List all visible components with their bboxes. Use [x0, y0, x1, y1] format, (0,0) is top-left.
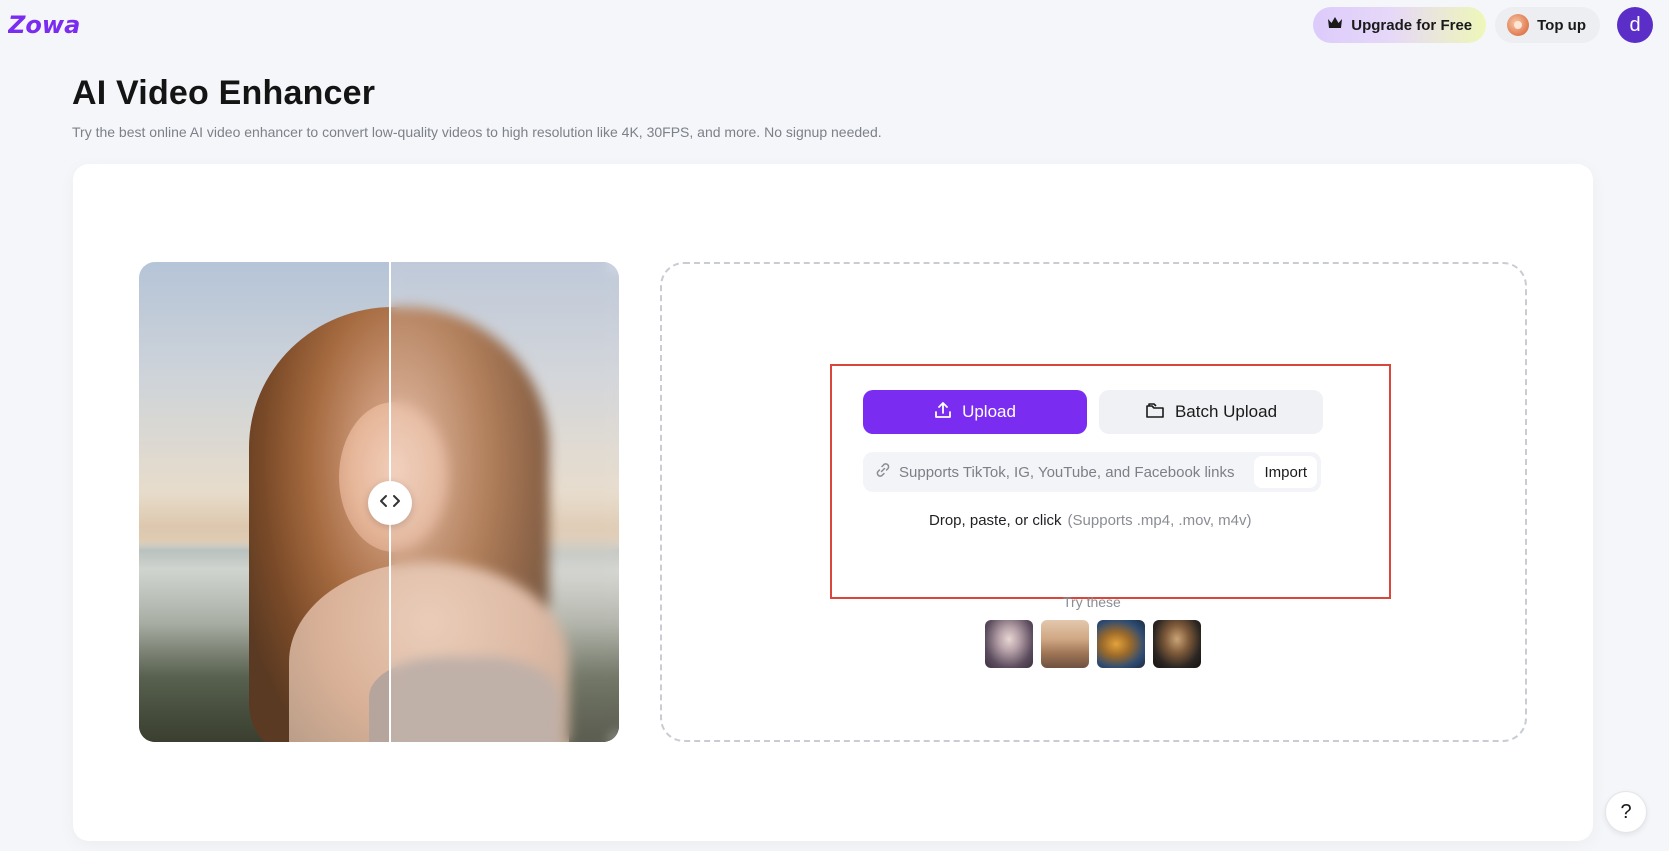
header-actions: Upgrade for Free Top up d	[1313, 7, 1653, 43]
link-url-input[interactable]	[899, 463, 1255, 481]
upgrade-label: Upgrade for Free	[1351, 16, 1473, 34]
drop-hint: Drop, paste, or click (Supports .mp4, .mo…	[929, 512, 1252, 529]
link-icon	[875, 462, 891, 483]
sample-video-thumbnail[interactable]	[1153, 620, 1201, 668]
sample-video-thumbnail[interactable]	[1041, 620, 1089, 668]
import-button[interactable]: Import	[1254, 456, 1317, 488]
upload-icon	[934, 401, 952, 424]
before-after-comparison[interactable]	[139, 262, 619, 742]
upgrade-button[interactable]: Upgrade for Free	[1313, 7, 1487, 43]
top-up-button[interactable]: Top up	[1495, 7, 1600, 43]
user-avatar[interactable]: d	[1617, 7, 1653, 43]
zowa-logo-icon: Zowa	[7, 11, 80, 39]
help-button[interactable]: ?	[1605, 791, 1647, 833]
batch-upload-label: Batch Upload	[1174, 402, 1278, 421]
link-import-field: Import	[863, 452, 1321, 492]
comparison-slider-handle[interactable]	[368, 481, 412, 525]
zowa-logo[interactable]: Zowa	[7, 9, 82, 43]
drop-hint-text: Drop, paste, or click	[929, 512, 1062, 529]
page-title: AI Video Enhancer	[72, 74, 376, 112]
coin-icon	[1507, 14, 1530, 36]
sample-video-thumbnail[interactable]	[985, 620, 1033, 668]
try-these-label: Try these	[1063, 594, 1121, 610]
sample-video-thumbnail[interactable]	[1097, 620, 1145, 668]
svg-text:Zowa: Zowa	[8, 11, 80, 39]
chevron-left-right-icon	[379, 494, 401, 513]
sample-videos	[985, 620, 1201, 668]
crown-icon	[1327, 16, 1343, 34]
batch-upload-button[interactable]: Batch Upload	[1099, 390, 1323, 434]
upload-button[interactable]: Upload	[863, 390, 1087, 434]
top-up-label: Top up	[1537, 16, 1586, 34]
upload-label: Upload	[962, 402, 1016, 421]
page-subtitle: Try the best online AI video enhancer to…	[72, 124, 882, 140]
supported-formats-text: (Supports .mp4, .mov, m4v)	[1067, 512, 1252, 529]
blurred-before-half	[389, 262, 619, 742]
folder-icon	[1145, 402, 1165, 423]
